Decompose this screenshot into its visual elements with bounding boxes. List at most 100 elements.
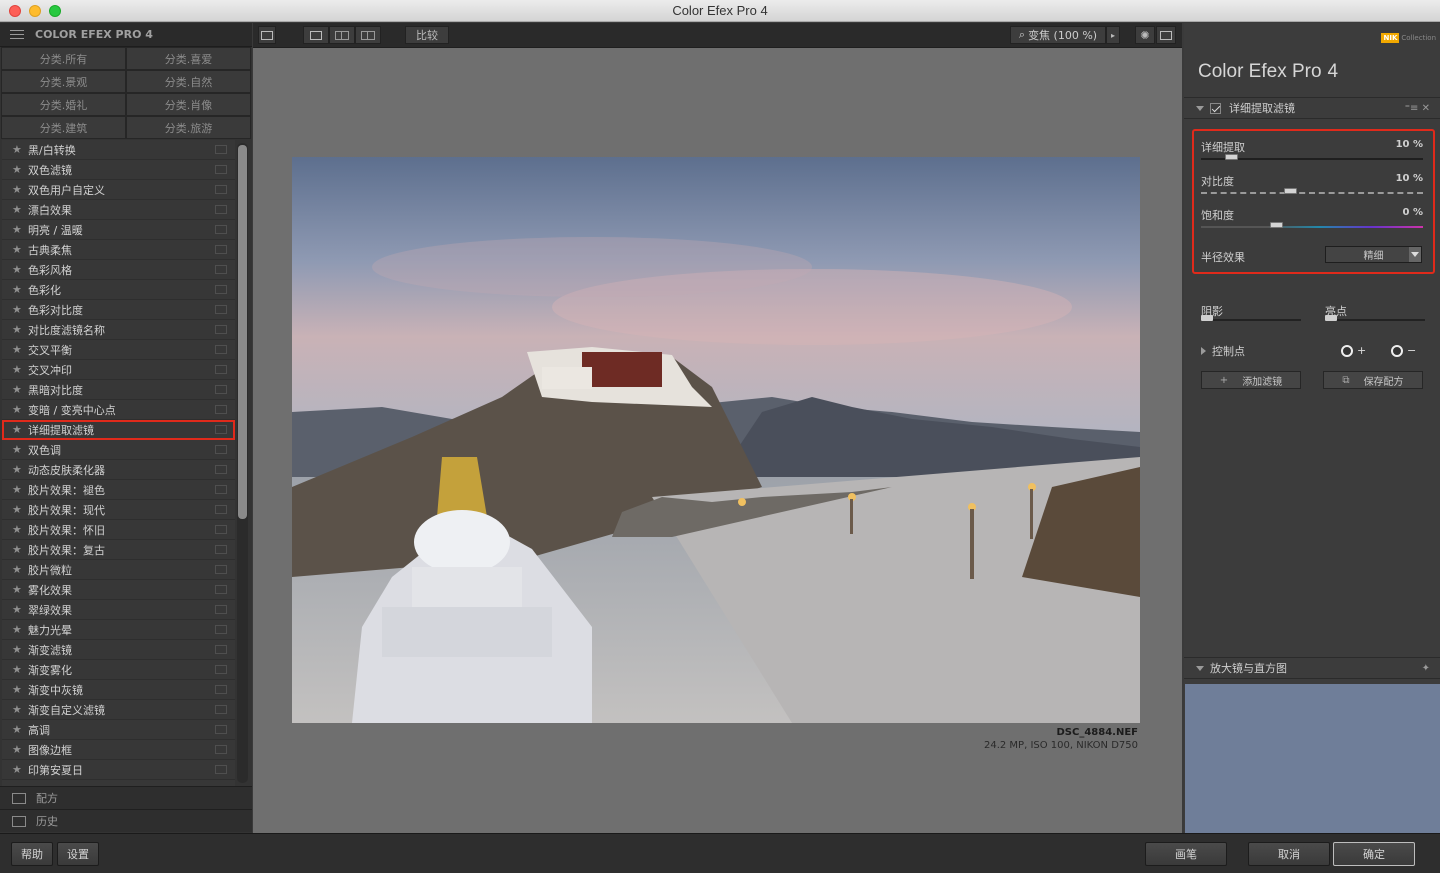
filter-list-item[interactable]: ★ 变暗 / 变亮中心点 xyxy=(2,400,235,420)
filter-list-item[interactable]: ★ 黑/白转换 xyxy=(2,140,235,160)
compare-button[interactable]: 比较 xyxy=(405,26,449,44)
favorite-star-icon[interactable]: ★ xyxy=(12,583,28,596)
favorite-star-icon[interactable]: ★ xyxy=(12,443,28,456)
filter-list-item[interactable]: ★ 漂白效果 xyxy=(2,200,235,220)
filter-list-item[interactable]: ★ 古典柔焦 xyxy=(2,240,235,260)
zoom-dropdown-button[interactable]: ▸ xyxy=(1106,26,1120,44)
category-portrait[interactable]: 分类.肖像 xyxy=(126,93,251,116)
add-filter-icon[interactable] xyxy=(215,585,227,594)
category-favorites[interactable]: 分类.喜爱 xyxy=(126,47,251,70)
scrollbar-thumb[interactable] xyxy=(238,145,247,519)
add-filter-icon[interactable] xyxy=(215,725,227,734)
single-view-button[interactable] xyxy=(303,26,329,44)
favorite-star-icon[interactable]: ★ xyxy=(12,163,28,176)
filter-list-item[interactable]: ★ 双色滤镜 xyxy=(2,160,235,180)
add-filter-icon[interactable] xyxy=(215,445,227,454)
add-filter-icon[interactable] xyxy=(215,365,227,374)
detail-extraction-slider[interactable]: 详细提取 10 % xyxy=(1201,139,1423,163)
favorite-star-icon[interactable]: ★ xyxy=(12,203,28,216)
saturation-slider[interactable]: 饱和度 0 % xyxy=(1201,207,1423,231)
filter-list-item[interactable]: ★ 对比度滤镜名称 xyxy=(2,320,235,340)
favorite-star-icon[interactable]: ★ xyxy=(12,303,28,316)
filter-list-scrollbar[interactable] xyxy=(237,143,248,783)
add-filter-icon[interactable] xyxy=(215,425,227,434)
add-filter-icon[interactable] xyxy=(215,745,227,754)
filter-list-item[interactable]: ★ 胶片效果：复古 xyxy=(2,540,235,560)
favorite-star-icon[interactable]: ★ xyxy=(12,623,28,636)
slider-knob[interactable] xyxy=(1225,154,1238,160)
filter-list-item[interactable]: ★ 雾化效果 xyxy=(2,580,235,600)
favorite-star-icon[interactable]: ★ xyxy=(12,663,28,676)
filter-list-item[interactable]: ★ 胶片效果：褪色 xyxy=(2,480,235,500)
filter-list-item[interactable]: ★ 渐变中灰镜 xyxy=(2,680,235,700)
background-toggle-button[interactable]: ✺ xyxy=(1135,26,1155,44)
category-nature[interactable]: 分类.自然 xyxy=(126,70,251,93)
slider-knob[interactable] xyxy=(1284,188,1297,194)
history-section[interactable]: 历史 xyxy=(0,809,252,832)
slider-knob[interactable] xyxy=(1270,222,1283,228)
save-recipe-button[interactable]: ⧉ 保存配方 xyxy=(1323,371,1423,389)
add-filter-icon[interactable] xyxy=(215,645,227,654)
add-filter-icon[interactable] xyxy=(215,505,227,514)
add-filter-icon[interactable] xyxy=(215,245,227,254)
split-view-button[interactable] xyxy=(329,26,355,44)
slider-knob[interactable] xyxy=(1201,315,1213,321)
filter-list-item[interactable]: ★ 黑暗对比度 xyxy=(2,380,235,400)
filter-list-item[interactable]: ★ 交叉平衡 xyxy=(2,340,235,360)
favorite-star-icon[interactable]: ★ xyxy=(12,343,28,356)
favorite-star-icon[interactable]: ★ xyxy=(12,523,28,536)
filter-list-item[interactable]: ★ 图像边框 xyxy=(2,740,235,760)
filter-enable-checkbox[interactable] xyxy=(1210,102,1221,114)
toggle-right-panel-button[interactable] xyxy=(1156,26,1176,44)
add-filter-icon[interactable] xyxy=(215,325,227,334)
add-filter-icon[interactable] xyxy=(215,165,227,174)
filter-list-item[interactable]: ★ 胶片效果：怀旧 xyxy=(2,520,235,540)
add-filter-icon[interactable] xyxy=(215,305,227,314)
favorite-star-icon[interactable]: ★ xyxy=(12,323,28,336)
loupe-histogram-header[interactable]: 放大镜与直方图 ✦ xyxy=(1184,657,1440,679)
add-filter-icon[interactable] xyxy=(215,145,227,154)
help-button[interactable]: 帮助 xyxy=(11,842,53,866)
add-filter-icon[interactable] xyxy=(215,545,227,554)
brush-button[interactable]: 画笔 xyxy=(1145,842,1227,866)
favorite-star-icon[interactable]: ★ xyxy=(12,703,28,716)
add-filter-icon[interactable] xyxy=(215,285,227,294)
category-all[interactable]: 分类.所有 xyxy=(1,47,126,70)
filter-list-item[interactable]: ★ 高调 xyxy=(2,720,235,740)
filter-list-item[interactable]: ★ 印第安夏日 xyxy=(2,760,235,780)
filter-list-item[interactable]: ★ 交叉冲印 xyxy=(2,360,235,380)
favorite-star-icon[interactable]: ★ xyxy=(12,683,28,696)
add-filter-icon[interactable] xyxy=(215,685,227,694)
add-filter-icon[interactable] xyxy=(215,265,227,274)
favorite-star-icon[interactable]: ★ xyxy=(12,183,28,196)
favorite-star-icon[interactable]: ★ xyxy=(12,763,28,776)
add-filter-button[interactable]: + 添加滤镜 xyxy=(1201,371,1301,389)
filter-list-item[interactable]: ★ 动态皮肤柔化器 xyxy=(2,460,235,480)
filter-list-item[interactable]: ★ 渐变滤镜 xyxy=(2,640,235,660)
add-filter-icon[interactable] xyxy=(215,525,227,534)
favorite-star-icon[interactable]: ★ xyxy=(12,603,28,616)
filter-list-item[interactable]: ★ 明亮 / 温暖 xyxy=(2,220,235,240)
favorite-star-icon[interactable]: ★ xyxy=(12,263,28,276)
category-landscape[interactable]: 分类.景观 xyxy=(1,70,126,93)
category-travel[interactable]: 分类.旅游 xyxy=(126,116,251,139)
filter-list-item[interactable]: ★ 渐变自定义滤镜 xyxy=(2,700,235,720)
category-architecture[interactable]: 分类.建筑 xyxy=(1,116,126,139)
add-filter-icon[interactable] xyxy=(215,485,227,494)
filter-list-item[interactable]: ★ 详细提取滤镜 xyxy=(2,420,235,440)
favorite-star-icon[interactable]: ★ xyxy=(12,483,28,496)
side-by-side-view-button[interactable] xyxy=(355,26,381,44)
expand-triangle-icon[interactable] xyxy=(1201,347,1206,355)
add-filter-icon[interactable] xyxy=(215,205,227,214)
add-filter-icon[interactable] xyxy=(215,345,227,354)
slider-track[interactable] xyxy=(1201,192,1423,194)
collapse-triangle-icon[interactable] xyxy=(1196,665,1204,671)
filter-list-item[interactable]: ★ 翠绿效果 xyxy=(2,600,235,620)
favorite-star-icon[interactable]: ★ xyxy=(12,423,28,436)
add-filter-icon[interactable] xyxy=(215,625,227,634)
filter-menu-close-icons[interactable]: ⁼≡ ✕ xyxy=(1405,103,1430,114)
filter-section-header[interactable]: 详细提取滤镜 ⁼≡ ✕ xyxy=(1184,97,1440,119)
favorite-star-icon[interactable]: ★ xyxy=(12,243,28,256)
filter-list-item[interactable]: ★ 胶片微粒 xyxy=(2,560,235,580)
add-filter-icon[interactable] xyxy=(215,225,227,234)
